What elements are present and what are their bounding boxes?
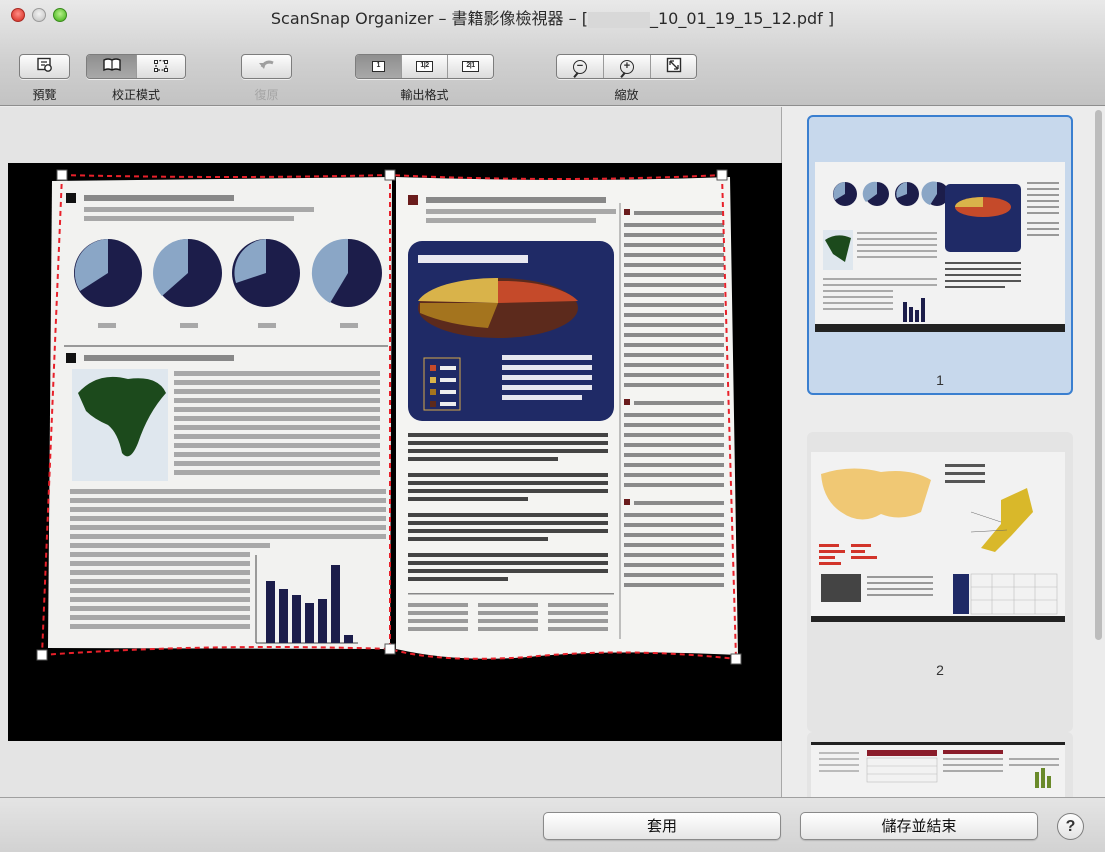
crop-handle-bottom-right: [730, 653, 742, 665]
zoom-in-button[interactable]: +: [604, 55, 651, 78]
title-filename-redacted: [587, 11, 650, 28]
fit-page-icon: [666, 57, 682, 76]
output-single-page-button[interactable]: 1: [356, 55, 402, 78]
help-button[interactable]: ?: [1057, 813, 1084, 840]
thumbnail-page-3[interactable]: [807, 732, 1073, 797]
preview-icon: [36, 57, 54, 76]
zoom-label: 縮放: [614, 88, 639, 102]
preview-button[interactable]: [20, 55, 69, 78]
crop-handle-bottom-left: [36, 649, 48, 661]
page-single-icon: 1: [372, 61, 385, 72]
thumbnail-image-3: [811, 742, 1065, 797]
thumbnail-image-2: [811, 452, 1065, 622]
undo-segment: [241, 54, 292, 79]
preview-pane[interactable]: [0, 107, 782, 797]
correction-mode-label: 校正模式: [111, 88, 160, 102]
book-mode-button[interactable]: [87, 55, 137, 78]
page-double-reverse-icon: 2|1: [462, 61, 479, 72]
output-format-label: 輸出格式: [400, 88, 449, 102]
scanned-image[interactable]: [8, 163, 782, 741]
thumbnail-number-2: 2: [936, 662, 944, 678]
title-suffix: _10_01_19_15_12.pdf ]: [649, 9, 835, 28]
thumbnail-sidebar[interactable]: 1 2: [783, 107, 1105, 797]
zoom-in-icon: +: [620, 59, 634, 74]
output-double-page-button[interactable]: 1|2: [402, 55, 448, 78]
undo-label: 復原: [254, 88, 279, 102]
output-format-segment: 1 1|2 2|1: [355, 54, 494, 79]
book-icon: [102, 58, 122, 75]
zoom-out-button[interactable]: −: [557, 55, 604, 78]
output-double-reverse-button[interactable]: 2|1: [448, 55, 493, 78]
titlebar-toolbar: ScanSnap Organizer – 書籍影像檢視器 – [ _10_01_1…: [0, 0, 1105, 106]
app-window: ScanSnap Organizer – 書籍影像檢視器 – [ _10_01_1…: [0, 0, 1105, 852]
preview-segment: [19, 54, 70, 79]
thumbnail-page-1[interactable]: 1: [807, 115, 1073, 395]
save-and-exit-button[interactable]: 儲存並結束: [800, 812, 1038, 840]
crop-handle-bottom-middle: [384, 643, 396, 655]
window-title: ScanSnap Organizer – 書籍影像檢視器 – [ _10_01_1…: [0, 5, 1105, 29]
thumbnail-number-1: 1: [936, 372, 944, 388]
crop-mode-button[interactable]: [137, 55, 185, 78]
sidebar-scrollbar[interactable]: [1095, 110, 1102, 640]
zoom-segment: − +: [556, 54, 697, 79]
fit-page-button[interactable]: [651, 55, 696, 78]
undo-button[interactable]: [242, 55, 291, 78]
thumbnail-image-1: [815, 162, 1065, 332]
correction-mode-segment: [86, 54, 186, 79]
crop-handle-top-left: [56, 169, 68, 181]
thumbnail-page-2[interactable]: 2: [807, 432, 1073, 732]
crop-handle-top-right: [716, 169, 728, 181]
apply-button[interactable]: 套用: [543, 812, 781, 840]
bottom-bar: 套用 儲存並結束: [0, 797, 1105, 852]
undo-icon: [258, 58, 276, 75]
title-prefix: ScanSnap Organizer – 書籍影像檢視器 – [: [270, 9, 588, 28]
crop-corner-icon: [153, 57, 169, 76]
crop-handle-top-middle: [384, 169, 396, 181]
zoom-out-icon: −: [573, 59, 587, 74]
page-double-icon: 1|2: [416, 61, 433, 72]
preview-label: 預覽: [32, 88, 57, 102]
